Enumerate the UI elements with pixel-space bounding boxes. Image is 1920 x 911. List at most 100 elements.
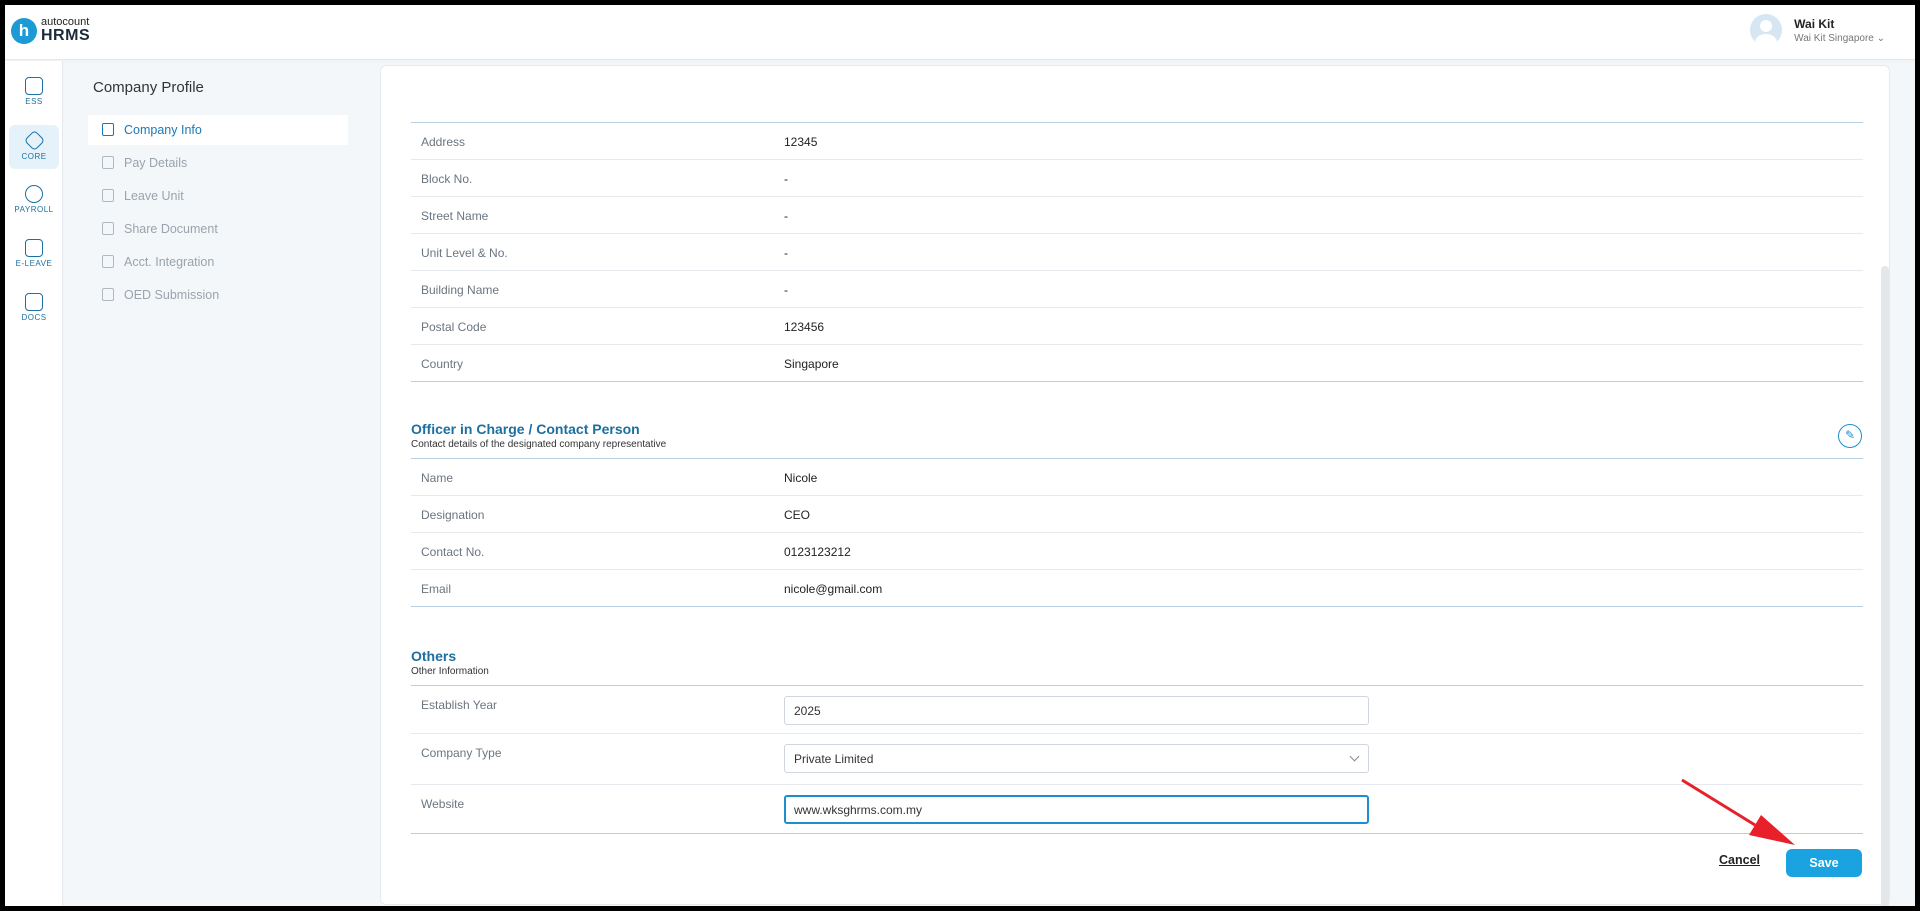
company-type-select[interactable]: Private Limited xyxy=(784,744,1369,773)
user-name: Wai Kit xyxy=(1794,16,1835,31)
integration-icon xyxy=(102,255,114,268)
section-subtitle: Contact details of the designated compan… xyxy=(411,439,667,450)
rail-label: ESS xyxy=(25,97,43,106)
cube-icon xyxy=(23,129,45,152)
subnav-label: Share Document xyxy=(124,222,218,236)
table-row: Block No. - xyxy=(411,160,1863,197)
others-section-header: Others Other Information xyxy=(411,648,489,677)
establish-year-input[interactable]: 2025 xyxy=(784,696,1369,725)
app-window: h autocount HRMS Wai Kit Wai Kit Singapo… xyxy=(5,5,1915,906)
table-row: Unit Level & No. - xyxy=(411,234,1863,271)
calendar-icon xyxy=(25,239,43,257)
submission-icon xyxy=(102,288,114,301)
leave-icon xyxy=(102,189,114,202)
row-value: 123456 xyxy=(784,320,825,334)
row-value: - xyxy=(784,209,788,223)
row-label: Address xyxy=(421,135,466,149)
field-label: Establish Year xyxy=(421,698,498,712)
pay-icon xyxy=(102,156,114,169)
subnav-item-oed-submission[interactable]: OED Submission xyxy=(88,280,348,310)
rail-label: CORE xyxy=(21,152,47,161)
select-value: Private Limited xyxy=(794,752,874,766)
row-value: - xyxy=(784,246,788,260)
subnav-label: Pay Details xyxy=(124,156,188,170)
table-row: Name Nicole xyxy=(411,459,1863,496)
table-row: Email nicole@gmail.com xyxy=(411,570,1863,607)
rail-item-ess[interactable]: ESS xyxy=(9,71,59,115)
scrollbar[interactable] xyxy=(1881,266,1889,906)
table-row: Address 12345 xyxy=(411,123,1863,160)
subnav-label: Acct. Integration xyxy=(124,255,215,269)
table-row: Postal Code 123456 xyxy=(411,308,1863,345)
page-title: Company Profile xyxy=(93,79,204,96)
others-form: Establish Year 2025 Company Type Private… xyxy=(411,686,1863,834)
row-label: Contact No. xyxy=(421,545,485,559)
module-rail: ESS CORE PAYROLL E-LEAVE DOCS xyxy=(5,61,63,906)
row-label: Postal Code xyxy=(421,320,487,334)
pencil-icon: ✎ xyxy=(1844,428,1856,442)
row-label: Street Name xyxy=(421,209,489,223)
field-label: Company Type xyxy=(421,746,502,760)
section-title: Others xyxy=(411,648,457,664)
rail-item-core[interactable]: CORE xyxy=(9,125,59,169)
row-label: Designation xyxy=(421,508,485,522)
subnav-label: OED Submission xyxy=(124,288,220,302)
subnav-item-company-info[interactable]: Company Info xyxy=(88,115,348,145)
table-row: Country Singapore xyxy=(411,345,1863,382)
row-value: 12345 xyxy=(784,135,818,149)
row-value: - xyxy=(784,283,788,297)
save-button[interactable]: Save xyxy=(1786,849,1862,877)
row-value: nicole@gmail.com xyxy=(784,582,883,596)
rail-label: DOCS xyxy=(21,313,47,322)
subnav-label: Company Info xyxy=(124,123,202,137)
row-value: - xyxy=(784,172,788,186)
chevron-down-icon xyxy=(1349,751,1360,762)
profile-subnav: Company Info Pay Details Leave Unit Shar… xyxy=(88,115,348,313)
ess-icon xyxy=(25,77,43,95)
subnav-item-pay-details[interactable]: Pay Details xyxy=(88,148,348,178)
rail-item-docs[interactable]: DOCS xyxy=(9,287,59,331)
edit-officer-button[interactable]: ✎ xyxy=(1838,424,1862,448)
subnav-item-leave-unit[interactable]: Leave Unit xyxy=(88,181,348,211)
row-label: Country xyxy=(421,357,464,371)
document-chart-icon xyxy=(25,293,43,311)
dollar-icon xyxy=(25,185,43,203)
form-row-company-type: Company Type Private Limited xyxy=(411,734,1863,785)
row-value: Nicole xyxy=(784,471,818,485)
field-label: Website xyxy=(421,797,465,811)
rail-item-eleave[interactable]: E-LEAVE xyxy=(9,233,59,277)
avatar xyxy=(1750,14,1783,46)
subnav-item-share-document[interactable]: Share Document xyxy=(88,214,348,244)
app-logo[interactable]: h autocount HRMS xyxy=(11,17,90,44)
logo-badge: h xyxy=(11,17,37,44)
officer-section-header: Officer in Charge / Contact Person Conta… xyxy=(411,421,666,450)
rail-label: PAYROLL xyxy=(14,205,54,214)
rail-item-payroll[interactable]: PAYROLL xyxy=(9,179,59,223)
table-row: Building Name - xyxy=(411,271,1863,308)
row-label: Email xyxy=(421,582,452,596)
building-icon xyxy=(102,123,114,136)
officer-table: Name Nicole Designation CEO Contact No. … xyxy=(411,459,1863,607)
form-row-website: Website www.wksghrms.com.my xyxy=(411,785,1863,834)
table-row: Designation CEO xyxy=(411,496,1863,533)
table-row: Contact No. 0123123212 xyxy=(411,533,1863,570)
subnav-item-acct-integration[interactable]: Acct. Integration xyxy=(88,247,348,277)
user-org-dropdown[interactable]: Wai Kit Singapore ⌄ xyxy=(1794,33,1885,44)
top-bar: h autocount HRMS Wai Kit Wai Kit Singapo… xyxy=(5,5,1915,60)
row-value: 0123123212 xyxy=(784,545,851,559)
row-value: CEO xyxy=(784,508,811,522)
row-label: Building Name xyxy=(421,283,500,297)
section-title: Officer in Charge / Contact Person xyxy=(411,421,640,437)
company-info-card: Address 12345 Block No. - Street Name - … xyxy=(380,65,1890,906)
row-label: Block No. xyxy=(421,172,473,186)
subnav-label: Leave Unit xyxy=(124,189,184,203)
logo-big-text: HRMS xyxy=(41,27,91,44)
share-document-icon xyxy=(102,222,114,235)
form-row-establish-year: Establish Year 2025 xyxy=(411,686,1863,734)
cancel-button[interactable]: Cancel xyxy=(1719,853,1760,867)
table-row: Street Name - xyxy=(411,197,1863,234)
row-label: Unit Level & No. xyxy=(421,246,508,260)
address-table: Address 12345 Block No. - Street Name - … xyxy=(411,123,1863,382)
website-input[interactable]: www.wksghrms.com.my xyxy=(784,795,1369,824)
user-menu[interactable]: Wai Kit Wai Kit Singapore ⌄ xyxy=(1750,14,1885,46)
